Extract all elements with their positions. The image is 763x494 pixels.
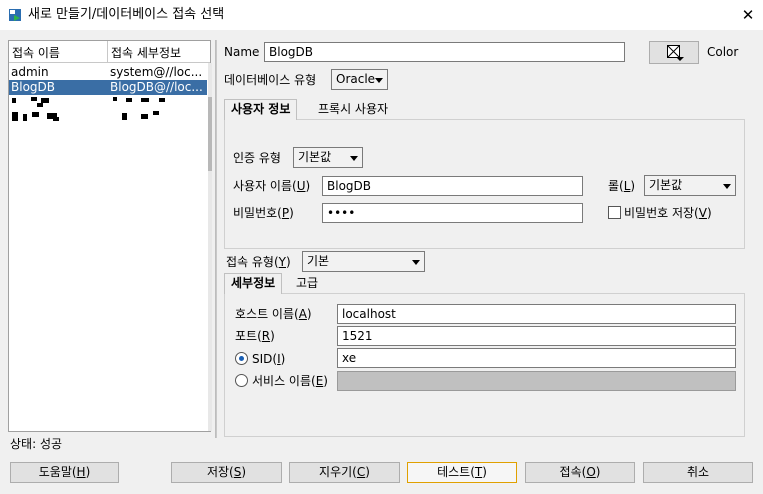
tab-user-info[interactable]: 사용자 정보 (224, 99, 298, 120)
clear-button[interactable]: 지우기(C) (289, 462, 400, 483)
column-header-name[interactable]: 접속 이름 (12, 44, 60, 61)
connection-details: system@//loc... (110, 65, 203, 79)
connect-button[interactable]: 접속(O) (525, 462, 635, 483)
conn-type-value: 기본 (307, 254, 330, 268)
service-name-input[interactable] (337, 371, 736, 391)
title-bar: 새로 만들기/데이터베이스 접속 선택 ✕ (0, 0, 763, 30)
cancel-button[interactable]: 취소 (643, 462, 753, 483)
port-label: 포트(R) (235, 329, 275, 343)
conn-type-select[interactable]: 기본 (302, 251, 425, 272)
save-button[interactable]: 저장(S) (171, 462, 282, 483)
connection-name: BlogDB (11, 80, 55, 94)
connection-name: admin (11, 65, 49, 79)
database-connection-icon (9, 9, 21, 21)
name-label: Name (224, 45, 260, 59)
tab-advanced[interactable]: 고급 (290, 274, 324, 294)
password-input[interactable]: •••• (322, 203, 583, 223)
color-label: Color (707, 45, 739, 59)
color-picker-icon (667, 45, 684, 61)
host-label: 호스트 이름(A) (235, 307, 312, 321)
sid-input[interactable]: xe (337, 348, 736, 368)
sid-radio[interactable] (235, 352, 248, 365)
tab-details[interactable]: 세부정보 (224, 273, 283, 294)
port-input[interactable]: 1521 (337, 326, 736, 346)
connection-list-header: 접속 이름 접속 세부정보 (9, 41, 210, 63)
conn-type-label: 접속 유형(Y) (226, 255, 291, 269)
username-input[interactable]: BlogDB (322, 176, 583, 196)
tab-proxy-user[interactable]: 프록시 사용자 (312, 100, 394, 120)
username-label: 사용자 이름(U) (233, 179, 311, 193)
name-input[interactable]: BlogDB (264, 42, 625, 62)
test-button[interactable]: 테스트(T) (407, 462, 517, 483)
sid-label: SID(I) (252, 352, 286, 366)
connection-list[interactable]: 접속 이름 접속 세부정보 admin system@//loc... Blog… (8, 40, 212, 432)
dropdown-arrow-icon (412, 260, 420, 265)
password-label: 비밀번호(P) (233, 206, 294, 220)
dropdown-arrow-icon (350, 156, 358, 161)
dropdown-arrow-icon (723, 184, 731, 189)
role-value: 기본값 (649, 178, 683, 192)
connection-row-admin[interactable]: admin system@//loc... (9, 65, 207, 80)
save-password-label: 비밀번호 저장(V) (624, 206, 712, 220)
db-type-select[interactable]: Oracle (331, 69, 388, 90)
connection-list-scroll-thumb[interactable] (208, 97, 212, 171)
color-button[interactable] (649, 41, 699, 64)
auth-type-select[interactable]: 기본값 (293, 147, 363, 168)
service-name-label: 서비스 이름(E) (252, 374, 328, 388)
role-select[interactable]: 기본값 (644, 175, 736, 196)
connection-row-blogdb[interactable]: BlogDB BlogDB@//loc... (9, 80, 207, 95)
help-button[interactable]: 도움말(H) (10, 462, 119, 483)
service-name-radio[interactable] (235, 374, 248, 387)
column-header-details[interactable]: 접속 세부정보 (111, 44, 181, 61)
status-text: 상태: 성공 (10, 437, 63, 451)
dropdown-arrow-icon (375, 78, 383, 83)
close-icon[interactable]: ✕ (738, 5, 758, 25)
auth-type-value: 기본값 (298, 150, 332, 164)
save-password-checkbox[interactable] (608, 206, 621, 219)
auth-type-label: 인증 유형 (233, 151, 281, 165)
db-type-value: Oracle (336, 72, 376, 86)
host-input[interactable]: localhost (337, 304, 736, 324)
role-label: 롤(L) (608, 179, 636, 193)
splitter[interactable] (215, 40, 217, 438)
window-title: 새로 만들기/데이터베이스 접속 선택 (28, 7, 225, 22)
connection-details: BlogDB@//loc... (110, 80, 203, 94)
db-type-label: 데이터베이스 유형 (224, 73, 317, 87)
